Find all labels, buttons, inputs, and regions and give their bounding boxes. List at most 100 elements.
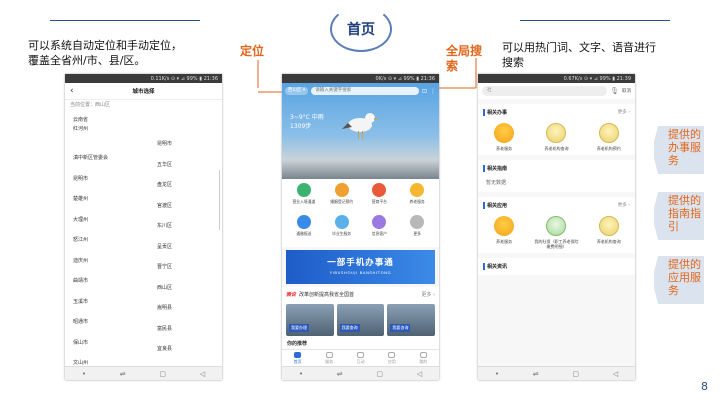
city-item[interactable]: 大理州 [73,216,88,223]
service-grid: 营业入境通道 婚姻登记预约 营商平台 养老服务通缴报送 毕业生服务 信息客户 更多 [282,179,439,247]
district-item[interactable]: 嵩明县 [157,304,172,311]
scan-icon[interactable]: ⊡ [422,88,427,95]
search-input[interactable]: 社 [482,86,608,96]
service-label: 营业入境通道 [292,199,316,204]
service-item[interactable]: 营商平台 [361,183,399,212]
return-icon[interactable]: ⇌ [120,370,126,378]
service-icon [372,183,387,197]
result-item[interactable]: 养老服务 [482,216,526,249]
page-number: 8 [701,380,708,393]
square-icon[interactable]: ▢ [159,370,166,378]
city-select-header: ‹ 城市选择 [65,83,222,100]
city-item[interactable]: 保山市 [73,339,88,346]
city-item[interactable]: 昭通市 [73,318,88,325]
result-label: 养老机构查询 [596,239,621,244]
city-item[interactable]: 玉溪市 [73,298,88,305]
district-item[interactable]: 五华区 [157,161,172,168]
status-bar: 0K/s ⊙ ▾ ⊿ 99% ▮ 21:36 [282,74,439,83]
district-item[interactable]: 官渡区 [157,202,172,209]
dot-icon[interactable]: • [299,370,303,378]
back-icon[interactable]: ‹ [70,86,100,96]
news-ticker[interactable]: 微说 改革创新提高我省全国首 更多 › [282,287,439,301]
result-item[interactable]: 养老机构查询 [587,216,631,249]
city-item[interactable]: 曲靖市 [73,277,88,284]
tab-1[interactable]: 服务 [325,351,333,365]
action-card[interactable]: 我要办理 [286,304,334,336]
status-text: 0.11K/s ⊙ ▾ ⊿ 99% ▮ 21:36 [150,75,218,82]
district-item[interactable]: 晋宁区 [157,263,172,270]
result-item[interactable]: 我的社保（职工养老保险缴费明细） [534,216,578,249]
return-icon[interactable]: ⇌ [533,370,539,378]
city-item[interactable]: 迪庆州 [73,257,88,264]
city-item[interactable]: 滇中新区管委会 [73,154,108,161]
service-label: 营商平台 [371,199,387,204]
dot-icon[interactable]: • [82,370,86,378]
service-item[interactable]: 更多 [398,214,436,244]
back-triangle-icon[interactable]: ◁ [613,370,618,378]
status-bar: 0.11K/s ⊙ ▾ ⊿ 99% ▮ 21:36 [65,74,222,83]
district-item[interactable]: 富民县 [157,325,172,332]
district-item[interactable]: 东川区 [157,222,172,229]
tab-4[interactable]: 我的 [419,351,427,365]
search-input[interactable]: 请输入关键字搜索 [311,87,419,95]
service-item[interactable]: 营业入境通道 [285,183,323,212]
section-title: 相关办事 [483,108,507,116]
service-item[interactable]: 毕业生服务 [323,214,361,244]
news-more-link[interactable]: 更多 › [421,291,435,298]
back-triangle-icon[interactable]: ◁ [200,370,205,378]
tab-icon [388,351,396,358]
service-item[interactable]: 信息客户 [361,214,399,244]
scrollbar[interactable] [219,170,220,230]
seagull-image [342,113,379,139]
weather-info: 3~9°C 中雨 1309步 [290,113,324,131]
service-icon [372,214,387,229]
dot-icon[interactable]: • [495,370,499,378]
tab-2[interactable]: 互动 [356,351,364,365]
district-item[interactable]: 宜良县 [157,345,172,352]
square-icon[interactable]: ▢ [376,370,383,378]
emblem-icon [494,216,515,236]
tab-3[interactable]: 应用 [388,351,396,365]
more-link[interactable]: 更多 › [618,202,630,208]
return-icon[interactable]: ⇌ [337,370,343,378]
result-item[interactable]: 养老服务 [482,123,526,151]
related-apps-section: 相关应用 更多 › 养老服务 我的社保（职工养老保险缴费明细） 养老机构查询 [478,197,635,253]
more-icon[interactable]: ⋮ [430,88,436,95]
district-item[interactable]: 盘龙区 [157,181,172,188]
arrow-callout-guides: 提供的 指南指 引 [654,192,716,240]
square-icon[interactable]: ▢ [572,370,579,378]
location-selector[interactable]: 西山区 ▾ [285,87,309,95]
service-item[interactable]: 通缴报送 [285,214,323,244]
app-items: 养老服务 我的社保（职工养老保险缴费明细） 养老机构查询 [478,210,635,249]
district-item[interactable]: 西山区 [157,284,172,291]
service-item[interactable]: 婚姻登记预约 [323,183,361,212]
phone-search: 0.67K/s ⊙ ▾ ⊿ 99% ▮ 21:39 社 🎙 取消 相关办事 更多… [478,74,635,380]
district-item[interactable]: 呈贡区 [157,243,172,250]
tab-0[interactable]: 首页 [294,351,302,365]
back-triangle-icon[interactable]: ◁ [417,370,422,378]
city-item[interactable]: 云南省 [73,116,88,123]
arrow-text: 提供的 指南指 引 [668,194,701,233]
district-item[interactable]: 昆明市 [157,140,172,147]
steps-text: 1309步 [290,123,312,130]
city-list: 云南省 红河州 滇中新区管委会 昆明市 楚雄州 大理州 怒江州 迪庆州 曲靖市 玉溪市 昭通市 保山市… [65,110,222,366]
result-item[interactable]: 养老机构预约 [587,123,631,151]
system-navbar: • ⇌ ▢ ◁ [65,366,222,380]
action-card[interactable]: 我要咨询 [387,304,436,336]
result-item[interactable]: 养老机构查询 [534,123,578,151]
tab-icon [325,351,333,358]
promo-banner[interactable]: 一部手机办事通 YIBUSHOUJI BANSHITONG [286,250,435,284]
city-item[interactable]: 红河州 [73,125,88,132]
city-item[interactable]: 怒江州 [73,236,88,243]
cancel-button[interactable]: 取消 [622,88,631,94]
service-item[interactable]: 养老服务 [398,183,436,212]
related-news-section: 相关资讯 [478,258,635,275]
microphone-icon[interactable]: 🎙 [610,87,619,95]
action-card[interactable]: 我要查询 [336,304,385,336]
city-item[interactable]: 文山州 [73,359,88,366]
action-cards: 我要办理 我要查询 我要咨询 [282,301,439,339]
city-item[interactable]: 昆明市 [73,175,88,182]
status-text: 0.67K/s ⊙ ▾ ⊿ 99% ▮ 21:39 [563,75,631,82]
city-item[interactable]: 楚雄州 [73,195,88,202]
more-link[interactable]: 更多 › [618,109,630,115]
